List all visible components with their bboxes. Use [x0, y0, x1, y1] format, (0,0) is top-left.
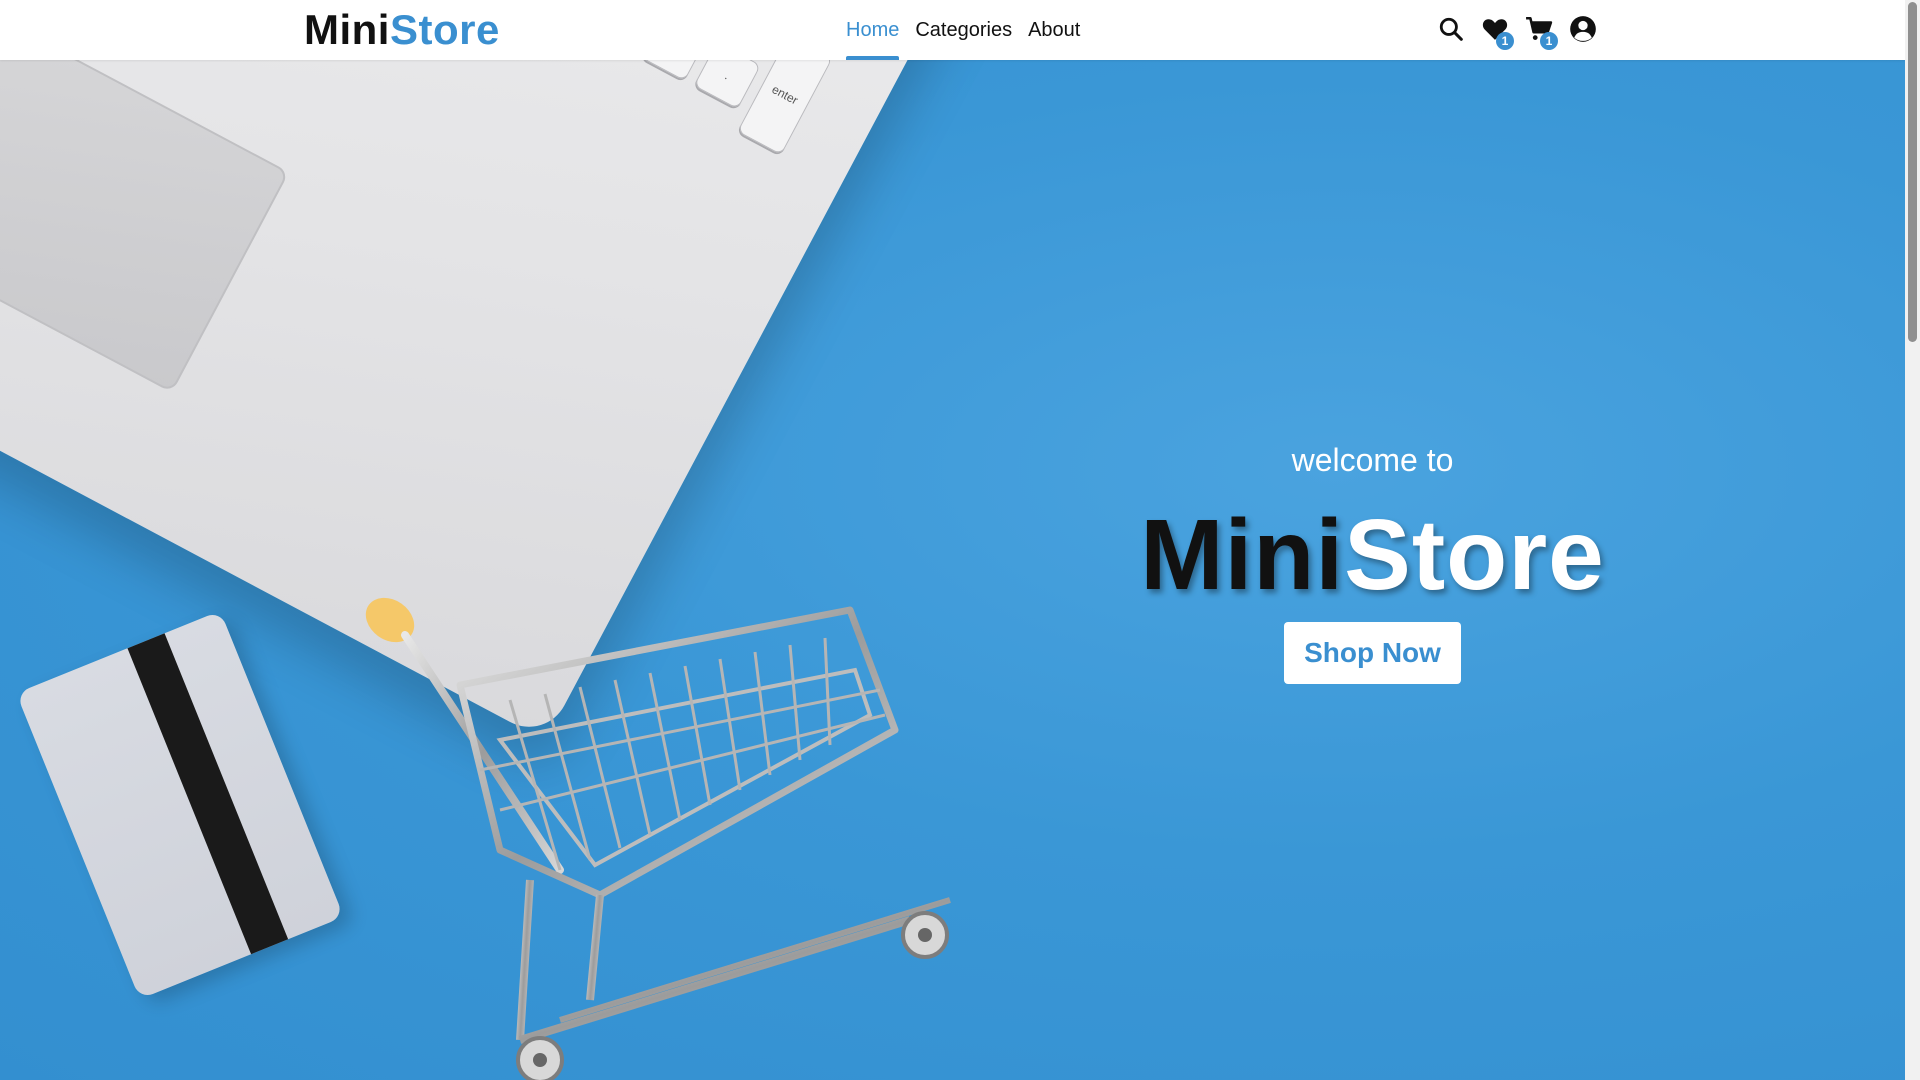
- cart-button[interactable]: 1: [1524, 12, 1558, 50]
- shop-now-button[interactable]: Shop Now: [1284, 622, 1461, 684]
- card-stripe: [119, 614, 300, 983]
- hero-title: MiniStore: [1140, 500, 1605, 610]
- hero-title-part2: Store: [1344, 499, 1605, 611]
- credit-card-image: [16, 610, 344, 1000]
- key-decoration: .: [693, 60, 762, 110]
- wishlist-count-badge: 1: [1496, 32, 1514, 50]
- wishlist-button[interactable]: 1: [1480, 12, 1514, 50]
- site-logo[interactable]: MiniStore: [304, 6, 500, 54]
- cart-count-badge: 1: [1540, 32, 1558, 50]
- search-icon: [1439, 17, 1463, 41]
- hero-text-block: welcome to MiniStore Shop Now: [1140, 440, 1605, 684]
- nav-link-home[interactable]: Home: [846, 0, 900, 60]
- scrollbar-thumb[interactable]: [1908, 2, 1917, 342]
- page-scrollbar[interactable]: [1905, 0, 1920, 1080]
- top-navbar: MiniStore Home Categories About 1 1: [0, 0, 1905, 60]
- nav-icon-group: 1 1: [1436, 12, 1598, 50]
- shopping-cart-image: [365, 597, 951, 1080]
- account-button[interactable]: [1568, 12, 1598, 46]
- page: MiniStore Home Categories About 1 1 . en…: [0, 0, 1920, 1080]
- user-circle-icon: [1570, 16, 1596, 42]
- nav-link-categories[interactable]: Categories: [915, 0, 1012, 60]
- hero-welcome-text: welcome to: [1291, 442, 1454, 478]
- hero-banner: ◂◂ ▼ ▶ 0 . 2 3 enter: [0, 60, 1905, 1080]
- main-nav: Home Categories About: [846, 0, 1080, 60]
- logo-text-part2: Store: [389, 6, 500, 53]
- search-button[interactable]: [1436, 12, 1466, 46]
- nav-link-about[interactable]: About: [1028, 0, 1080, 60]
- hero-title-part1: Mini: [1140, 499, 1345, 611]
- logo-text-part1: Mini: [304, 6, 390, 53]
